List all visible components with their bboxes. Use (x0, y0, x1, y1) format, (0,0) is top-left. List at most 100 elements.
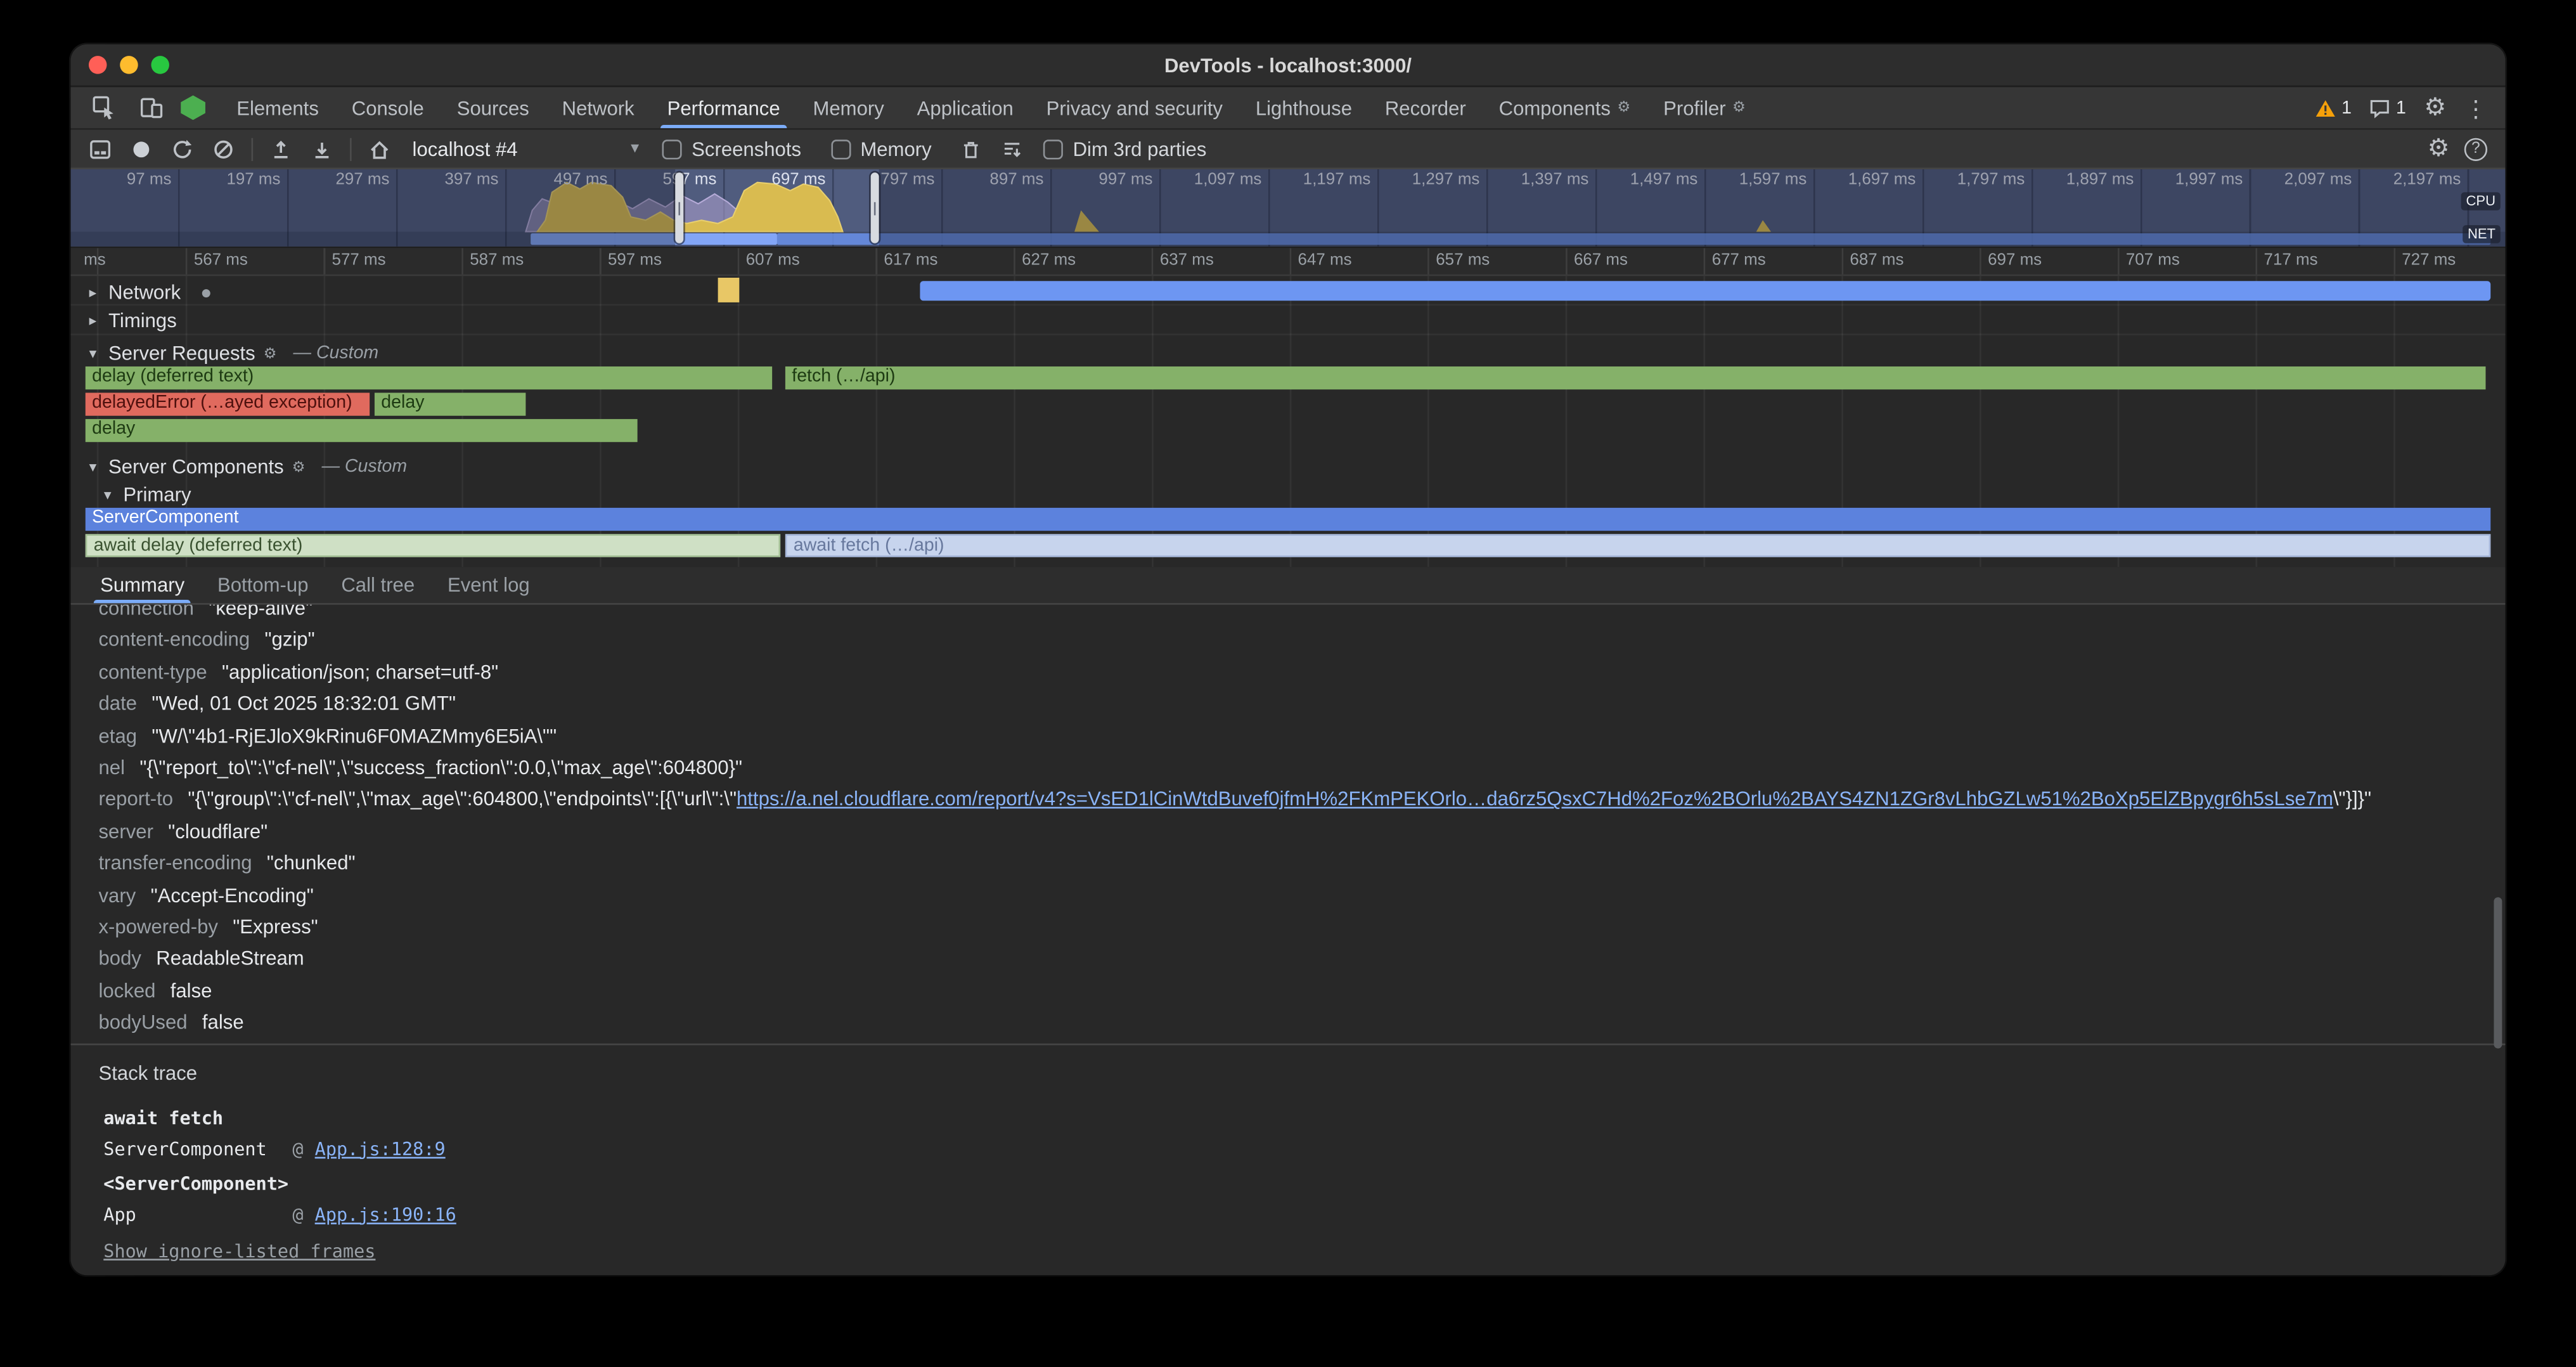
network-request-block[interactable] (718, 278, 740, 302)
track-timings-header[interactable]: ▸ Timings (86, 309, 177, 332)
stack-trace-heading: Stack trace (70, 1061, 2505, 1084)
tab-recorder[interactable]: Recorder (1368, 87, 1483, 128)
inspect-element-icon[interactable] (86, 91, 122, 124)
close-button[interactable] (89, 56, 107, 74)
minimize-button[interactable] (120, 56, 138, 74)
toolbar-separator (252, 137, 254, 160)
header-value: ReadableStream (156, 947, 304, 970)
show-ignore-listed-frames-link[interactable]: Show ignore-listed frames (103, 1240, 375, 1262)
entry-fetch-api[interactable]: fetch (…/api) (785, 366, 2486, 389)
tab-network[interactable]: Network (546, 87, 651, 128)
save-profile-button[interactable] (302, 131, 342, 167)
tab-bottom-up[interactable]: Bottom-up (201, 567, 325, 603)
entry-await-fetch[interactable]: await fetch (…/api) (785, 534, 2490, 557)
tabbar-left-icons (70, 87, 220, 128)
track-server-requests-header[interactable]: ▾ Server Requests ⚙ — Custom (86, 342, 378, 365)
load-profile-button[interactable] (261, 131, 300, 167)
more-options-icon[interactable]: ⋮ (2464, 96, 2487, 119)
timeline-ruler[interactable]: ms 567 ms577 ms587 ms597 ms607 ms617 ms6… (70, 248, 2505, 276)
panel-layout-button[interactable] (80, 131, 120, 167)
tab-elements[interactable]: Elements (220, 87, 335, 128)
tab-memory[interactable]: Memory (797, 87, 901, 128)
header-row: etag"W/\"4b1-RjEJloX9kRinu6F0MAZMmy6E5iA… (70, 721, 2505, 753)
header-name: vary (99, 884, 136, 907)
stack-frame: App @ App.js:190:16 (103, 1204, 2505, 1226)
entry-server-component[interactable]: ServerComponent (86, 508, 2490, 531)
track-custom-suffix: — Custom (321, 457, 407, 477)
tab-label: Profiler (1663, 96, 1726, 119)
flame-chart[interactable]: ▸ Network ▸ Timings ▾ Server Requests ⚙ … (70, 276, 2505, 567)
upload-icon (269, 137, 292, 160)
header-row: content-type"application/json; charset=u… (70, 657, 2505, 689)
header-value: "gzip" (264, 628, 314, 651)
record-icon (130, 137, 153, 160)
entry-await-delay[interactable]: await delay (deferred text) (86, 534, 780, 557)
selection-handle-left[interactable] (675, 172, 683, 243)
entry-delay[interactable]: delay (375, 392, 525, 415)
track-server-components-header[interactable]: ▾ Server Components ⚙ — Custom (86, 455, 407, 478)
tab-console[interactable]: Console (335, 87, 441, 128)
entry-delayed-error[interactable]: delayedError (…ayed exception) (86, 392, 370, 415)
tab-event-log[interactable]: Event log (431, 567, 546, 603)
header-value: "chunked" (267, 852, 356, 874)
details-scrollbar[interactable] (2494, 897, 2502, 1048)
tab-call-tree[interactable]: Call tree (325, 567, 431, 603)
collect-garbage-button[interactable] (951, 131, 991, 167)
tab-profiler[interactable]: Profiler ⚙ (1647, 87, 1762, 128)
history-select[interactable]: localhost #4 ▾ (401, 137, 650, 160)
header-row: content-encoding"gzip" (70, 625, 2505, 657)
header-value: "W/\"4b1-RjEJloX9kRinu6F0MAZMmy6E5iA\"" (151, 724, 557, 747)
header-value: "application/json; charset=utf-8" (222, 660, 498, 683)
entry-delay[interactable]: delay (86, 419, 638, 442)
clear-button[interactable] (203, 131, 243, 167)
track-primary-group-header[interactable]: ▾ Primary (100, 483, 191, 506)
screenshots-checkbox[interactable]: Screenshots (662, 137, 802, 160)
header-row: lockedfalse (70, 976, 2505, 1007)
frame-source-link[interactable]: App.js:190:16 (315, 1204, 456, 1226)
header-value: "Express" (233, 916, 318, 938)
track-network-header[interactable]: ▸ Network (86, 281, 210, 304)
tab-privacy-and-security[interactable]: Privacy and security (1030, 87, 1239, 128)
timeline-overview[interactable]: 97 ms197 ms297 ms397 ms497 ms597 ms697 m… (70, 169, 2505, 248)
memory-checkbox[interactable]: Memory (831, 137, 932, 160)
console-warnings-badge[interactable]: 1 (2315, 98, 2352, 117)
track-custom-suffix: — Custom (293, 344, 379, 363)
extension-panel-icon: ⚙ (1732, 99, 1746, 117)
record-button[interactable] (122, 131, 161, 167)
entry-delay-deferred-text[interactable]: delay (deferred text) (86, 366, 772, 389)
header-row: date"Wed, 01 Oct 2025 18:32:01 GMT" (70, 689, 2505, 721)
header-name: date (99, 692, 138, 715)
checkbox-icon (1043, 139, 1063, 159)
live-metrics-button[interactable] (360, 131, 399, 167)
zoom-button[interactable] (151, 56, 169, 74)
selection-handle-right[interactable] (871, 172, 879, 243)
tab-performance[interactable]: Performance (651, 87, 797, 128)
dim-3rd-parties-checkbox[interactable]: Dim 3rd parties (1043, 137, 1207, 160)
tab-sources[interactable]: Sources (441, 87, 546, 128)
network-request-bar[interactable] (920, 281, 2490, 301)
ignore-listing-button[interactable] (993, 131, 1032, 167)
header-name: body (99, 947, 141, 970)
record-and-reload-button[interactable] (163, 131, 202, 167)
header-name: server (99, 820, 153, 843)
frame-source-link[interactable]: App.js:128:9 (315, 1138, 446, 1160)
clear-icon (212, 137, 235, 160)
extension-logo-icon[interactable] (181, 95, 205, 120)
help-icon[interactable]: ? (2464, 137, 2487, 160)
summary-pane[interactable]: connection"keep-alive" content-encoding"… (70, 605, 2505, 1275)
track-config-dot-icon[interactable] (202, 288, 210, 297)
layout-icon (89, 137, 112, 160)
tab-components[interactable]: Components⚙ (1483, 87, 1647, 128)
frame-at: @ (292, 1138, 303, 1160)
issues-badge[interactable]: 1 (2370, 98, 2406, 117)
settings-gear-icon[interactable]: ⚙ (2424, 95, 2446, 120)
report-url-link[interactable]: https://a.nel.cloudflare.com/report/v4?s… (737, 788, 2333, 811)
tab-application[interactable]: Application (901, 87, 1030, 128)
reload-icon (171, 137, 194, 160)
tab-lighthouse[interactable]: Lighthouse (1239, 87, 1368, 128)
capture-settings-gear-icon[interactable]: ⚙ (2428, 136, 2450, 161)
checkbox-label: Screenshots (692, 137, 801, 160)
device-toolbar-icon[interactable] (133, 91, 169, 124)
disclosure-triangle-icon: ▾ (86, 458, 100, 476)
tab-summary[interactable]: Summary (84, 567, 201, 603)
